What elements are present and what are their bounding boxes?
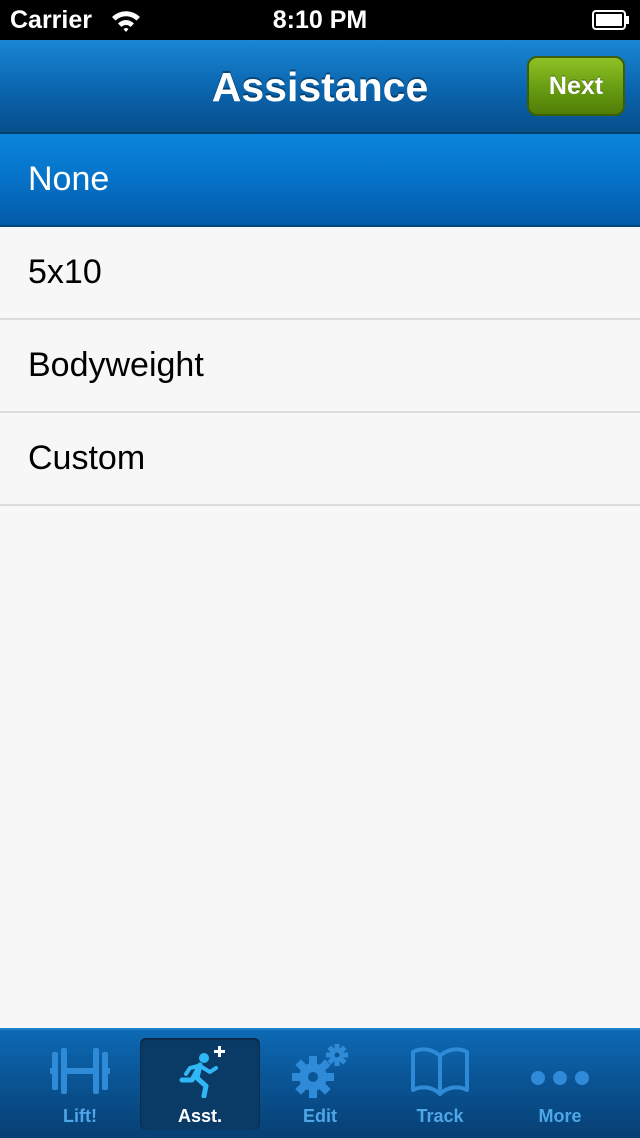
next-button[interactable]: Next [527,56,625,116]
more-dots-icon [531,1071,589,1085]
open-book-icon [411,1047,469,1096]
tab-bar: Lift! Asst. Edit Track More [0,1028,640,1138]
list-item-custom[interactable]: Custom [0,413,640,506]
tab-track[interactable]: Track [380,1038,500,1130]
tab-assistance-label: Asst. [177,1106,222,1126]
battery-icon [592,10,629,30]
runner-plus-icon [179,1046,225,1098]
tab-edit[interactable]: Edit [260,1038,380,1130]
tab-edit-label: Edit [303,1106,337,1126]
barbell-icon [50,1048,110,1094]
gears-icon [292,1044,348,1098]
navigation-bar: Assistance Next [0,40,640,134]
list-item-none[interactable]: None [0,134,640,227]
tab-more-label: More [538,1106,582,1126]
tab-lift[interactable]: Lift! [20,1038,140,1130]
status-bar: Carrier 8:10 PM [0,0,640,40]
tab-lift-label: Lift! [63,1106,97,1126]
tab-more[interactable]: More [500,1038,620,1130]
clock: 8:10 PM [272,6,368,34]
list-item-bodyweight[interactable]: Bodyweight [0,320,640,413]
tab-track-label: Track [416,1106,464,1126]
assistance-options-list: None 5x10 Bodyweight Custom [0,134,640,506]
list-item-5x10[interactable]: 5x10 [0,227,640,320]
tab-assistance[interactable]: Asst. [140,1038,260,1130]
